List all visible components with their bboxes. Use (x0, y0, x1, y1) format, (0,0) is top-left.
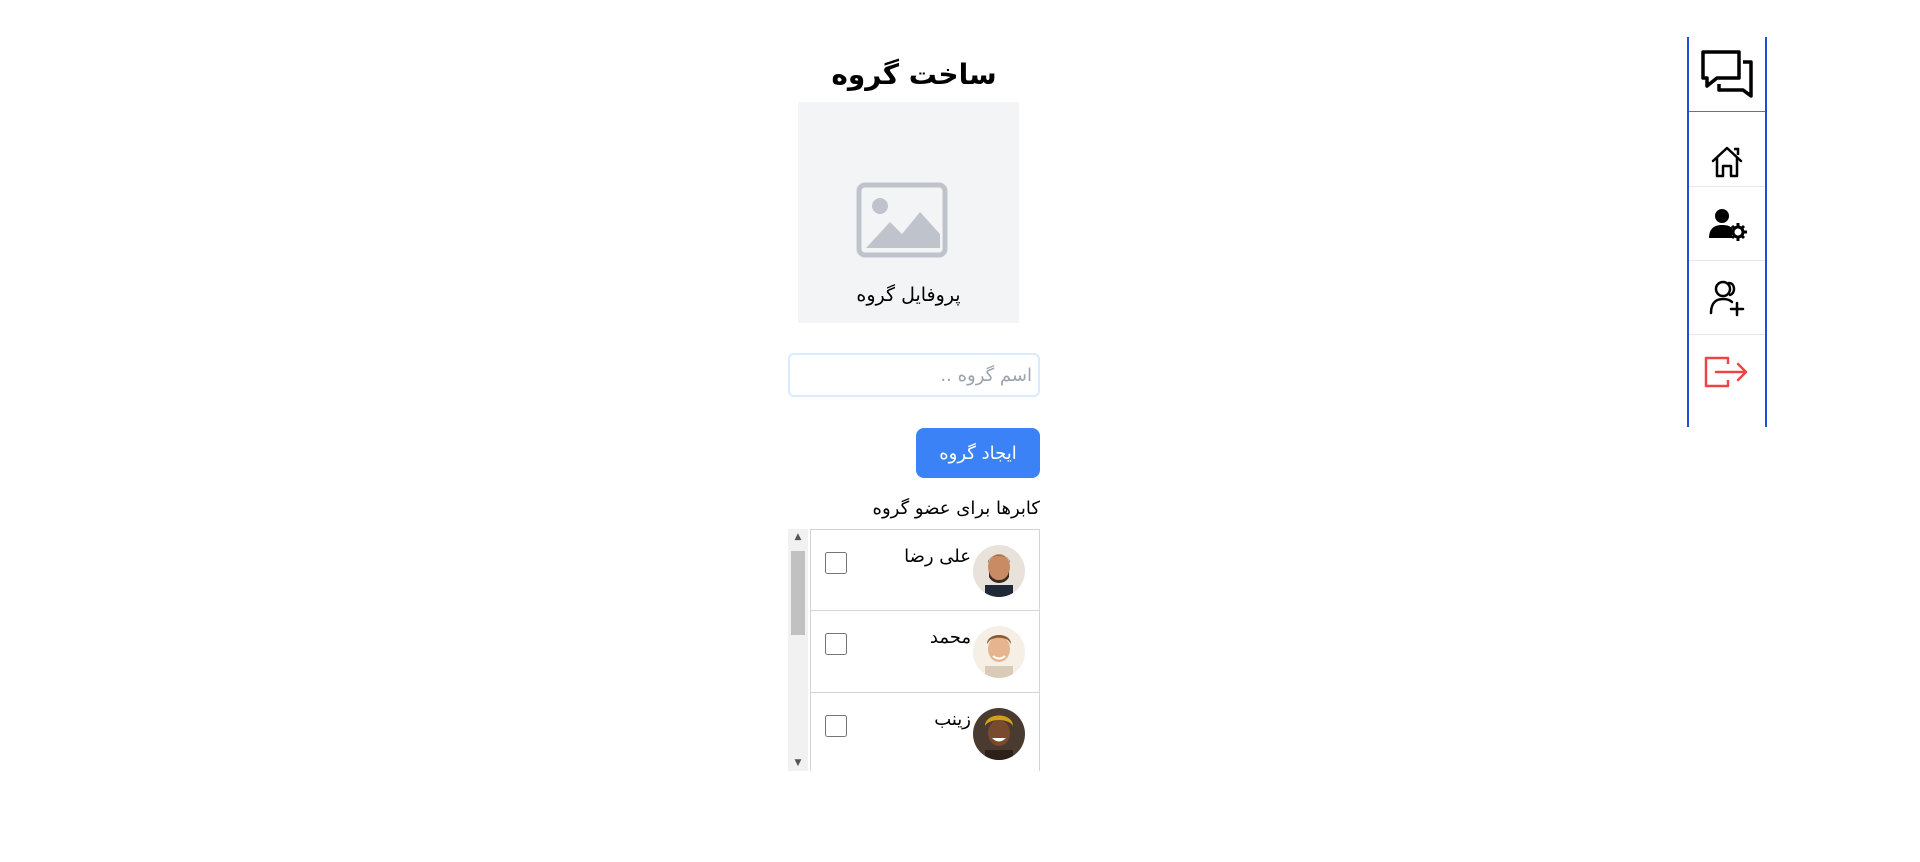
user-settings-icon (1709, 208, 1747, 241)
user-row: زینب (810, 693, 1040, 771)
users-list-scrollbar[interactable]: ▲ ▼ (788, 529, 808, 771)
chat-bubbles-icon (1701, 50, 1753, 98)
sidebar-item-home[interactable] (1689, 138, 1765, 187)
avatar (973, 545, 1025, 597)
user-name: زینب (934, 709, 971, 730)
scroll-up-arrow-icon[interactable]: ▲ (788, 529, 808, 545)
group-name-input[interactable] (788, 353, 1040, 397)
avatar (973, 626, 1025, 678)
users-list: ▲ ▼ علی رضا محمد زینب (788, 529, 1040, 771)
users-list-label: کابرها برای عضو گروه (872, 498, 1040, 519)
sidebar-item-user-settings[interactable] (1689, 187, 1765, 261)
user-row: علی رضا (810, 529, 1040, 611)
home-icon (1711, 146, 1743, 178)
sidebar-item-logout[interactable] (1689, 335, 1765, 408)
user-checkbox[interactable] (825, 715, 847, 737)
scroll-down-arrow-icon[interactable]: ▼ (788, 755, 808, 771)
avatar (973, 708, 1025, 760)
user-name: محمد (929, 627, 971, 648)
sidebar (1687, 37, 1767, 427)
scroll-thumb[interactable] (791, 551, 805, 635)
logout-icon (1704, 356, 1748, 387)
user-checkbox[interactable] (825, 633, 847, 655)
add-user-icon (1709, 280, 1745, 316)
user-checkbox[interactable] (825, 552, 847, 574)
create-group-button[interactable]: ایجاد گروه (916, 428, 1040, 478)
image-placeholder-icon (856, 182, 948, 258)
app-logo[interactable] (1689, 37, 1765, 112)
user-row: محمد (810, 611, 1040, 693)
user-name: علی رضا (904, 546, 971, 567)
profile-label: پروفایل گروه (856, 284, 961, 306)
sidebar-item-add-user[interactable] (1689, 261, 1765, 335)
group-profile-picker[interactable]: پروفایل گروه (798, 102, 1019, 323)
page-title: ساخت گروه (831, 58, 997, 91)
